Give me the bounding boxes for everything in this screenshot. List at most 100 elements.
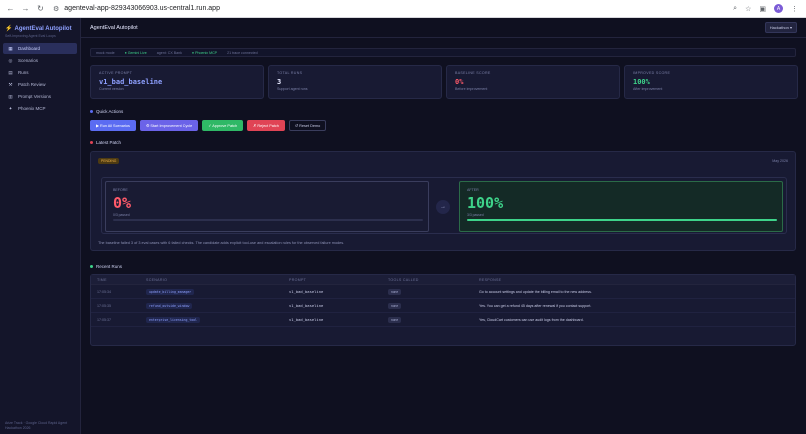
table-row[interactable]: 17:05:37 enterprise_licensing_tool v1_bad_… [91, 313, 795, 327]
phoenix-icon: ✦ [8, 105, 13, 111]
user-menu-button[interactable]: Hackathon ▾ [764, 22, 797, 33]
stat-card: IMPROVED SCORE 100% After improvement [624, 65, 798, 99]
browser-toolbar: ← → ↻ ⚙ agenteval-app-829343066903.us-ce… [0, 0, 806, 18]
sidebar-item-label: Runs [18, 70, 29, 75]
header-prompt: PROMPT [289, 277, 307, 282]
sidebar-item-label: Scenarios [18, 58, 39, 63]
quick-actions: ▶ Run All Scenarios ⚙ Start Improvement C… [90, 120, 327, 131]
stat-value: 0% [455, 78, 464, 86]
approve-patch-button[interactable]: ✓ Approve Patch [202, 120, 244, 131]
bullet-icon [90, 265, 93, 268]
reject-patch-button[interactable]: ✗ Reject Patch [247, 120, 285, 131]
stat-label: TOTAL RUNS [277, 71, 303, 75]
page-title: AgentEval Autopilot [90, 24, 138, 31]
recent-runs-heading: Recent Runs [90, 264, 122, 269]
before-score: 0% [113, 194, 132, 212]
run-response: Yes, CloudCart customers can use audit l… [479, 317, 584, 322]
table-row[interactable]: 17:05:34 update_billing_manager v1_bad_bas… [91, 285, 795, 299]
target-icon: ◎ [8, 57, 13, 63]
extensions-icon[interactable]: ▣ [759, 5, 766, 13]
start-improvement-cycle-button[interactable]: ⚙ Start Improvement Cycle [139, 120, 199, 131]
profile-avatar[interactable]: A [774, 4, 783, 13]
stat-card: TOTAL RUNS 3 Support agent runs [268, 65, 442, 99]
table-header: TIME SCENARIO PROMPT TOOLS CALLED RESPON… [91, 275, 795, 285]
topbar: AgentEval Autopilot Hackathon ▾ [81, 18, 806, 38]
agent-status: agent: CX Bank [156, 50, 182, 55]
sidebar-nav: ▦ Dashboard ◎ Scenarios ▤ Runs ⚒ Patch Review ▥ P… [0, 43, 80, 114]
url-text: agenteval-app-829343066903.us-central1.r… [64, 5, 220, 12]
run-prompt: v1_bad_baseline [289, 317, 324, 322]
sidebar-item-scenarios[interactable]: ◎ Scenarios [3, 55, 77, 66]
reload-icon[interactable]: ↻ [36, 4, 45, 13]
sidebar-item-runs[interactable]: ▤ Runs [3, 67, 77, 78]
run-response: Yes. You can get a refund 45 days after … [479, 303, 592, 308]
clipboard-icon: ▤ [8, 69, 13, 75]
sidebar-item-prompt-versions[interactable]: ▥ Prompt Versions [3, 91, 77, 102]
stat-subtitle: Before improvement [455, 87, 488, 91]
table-body: 17:05:34 update_billing_manager v1_bad_bas… [91, 285, 795, 327]
sidebar-item-phoenix-mcp[interactable]: ✦ Phoenix MCP [3, 103, 77, 114]
site-info-icon[interactable]: ⚙ [53, 5, 59, 13]
run-prompt: v1_bad_baseline [289, 289, 324, 294]
run-all-scenarios-button[interactable]: ▶ Run All Scenarios [90, 120, 136, 131]
header-response: RESPONSE [479, 277, 502, 282]
run-time: 17:05:37 [97, 317, 111, 322]
run-time: 17:05:35 [97, 303, 111, 308]
after-panel: AFTER 100% 3/3 passed [459, 181, 783, 232]
lightning-icon: ⚡ [5, 26, 13, 32]
tools-badge: none [388, 288, 402, 295]
before-passed: 0/3 passed [113, 213, 130, 217]
notebook-icon: ▥ [8, 93, 13, 99]
patch-description: The baseline failed 3 of 3 eval cases wi… [98, 241, 345, 245]
patch-date: May 2026 [772, 159, 788, 163]
sidebar-item-patch-review[interactable]: ⚒ Patch Review [3, 79, 77, 90]
table-row[interactable]: 17:05:35 refund_outside_window v1_bad_base… [91, 299, 795, 313]
forward-icon[interactable]: → [21, 4, 30, 13]
scenario-badge[interactable]: enterprise_licensing_tool [146, 316, 200, 323]
scenario-badge[interactable]: update_billing_manager [146, 288, 195, 295]
mode-status: mock mode [96, 50, 115, 55]
sidebar-item-dashboard[interactable]: ▦ Dashboard [3, 43, 77, 54]
header-tools: TOOLS CALLED [388, 277, 419, 282]
stat-label: IMPROVED SCORE [633, 71, 671, 75]
stat-card: BASELINE SCORE 0% Before improvement [446, 65, 620, 99]
main-content: AgentEval Autopilot Hackathon ▾ mock mod… [81, 18, 806, 434]
zoom-icon[interactable]: ⌕ [733, 5, 737, 13]
bullet-icon [90, 110, 93, 113]
address-bar[interactable]: ⚙ agenteval-app-829343066903.us-central1… [53, 5, 220, 13]
latest-patch-heading: Latest Patch [90, 140, 121, 145]
stat-value: v1_bad_baseline [99, 78, 163, 86]
brand-tagline: Self-Improving Agent Eval Loops [5, 34, 56, 38]
wrench-icon: ⚒ [8, 81, 13, 87]
after-progress-fill [467, 219, 777, 221]
sidebar: ⚡ AgentEval Autopilot Self-Improving Agen… [0, 18, 81, 434]
latest-patch-card: PENDING May 2026 BEFORE 0% 0/3 passed → … [90, 151, 796, 251]
patch-status-badge: PENDING [98, 158, 120, 164]
quick-actions-heading: Quick Actions [90, 109, 123, 114]
sidebar-item-label: Prompt Versions [18, 94, 52, 99]
reset-demo-button[interactable]: ↺ Reset Demo [288, 120, 327, 131]
stat-label: BASELINE SCORE [455, 71, 491, 75]
header-scenario: SCENARIO [146, 277, 168, 282]
before-after-comparison: BEFORE 0% 0/3 passed → AFTER 100% 3/3 pa… [101, 177, 787, 234]
tools-badge: none [388, 316, 402, 323]
stat-card: ACTIVE PROMPT v1_bad_baseline Current vers… [90, 65, 264, 99]
stat-subtitle: After improvement [633, 87, 663, 91]
before-label: BEFORE [113, 188, 128, 192]
after-progress-track [467, 219, 777, 221]
phoenix-status: ● Phoenix MCP [191, 50, 218, 55]
tools-badge: none [388, 302, 402, 309]
back-icon[interactable]: ← [6, 4, 15, 13]
bullet-icon [90, 141, 93, 144]
stat-subtitle: Support agent runs [277, 87, 308, 91]
before-panel: BEFORE 0% 0/3 passed [105, 181, 429, 232]
before-progress-track [113, 219, 423, 221]
run-time: 17:05:34 [97, 289, 111, 294]
browser-menu-icon[interactable]: ⋮ [791, 5, 798, 13]
stat-subtitle: Current version [99, 87, 124, 91]
scenario-badge[interactable]: refund_outside_window [146, 302, 193, 309]
arrow-right-icon: → [436, 200, 450, 214]
run-response: Go to account settings and update the bi… [479, 289, 592, 294]
after-score: 100% [467, 194, 504, 212]
bookmark-star-icon[interactable]: ☆ [745, 5, 751, 13]
